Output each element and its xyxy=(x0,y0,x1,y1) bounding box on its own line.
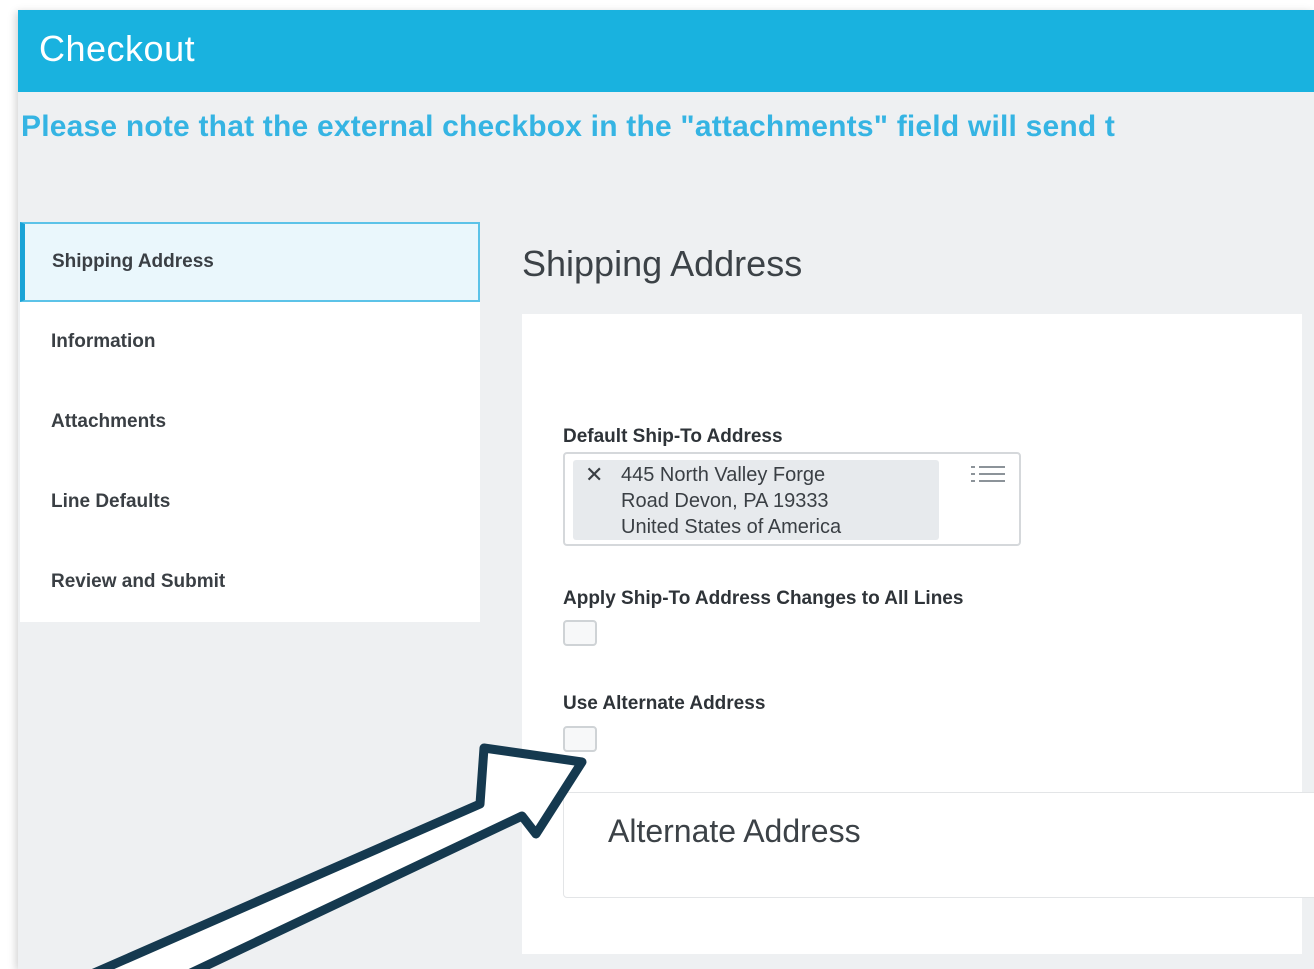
remove-x-icon[interactable]: ✕ xyxy=(585,464,603,486)
alternate-address-title: Alternate Address xyxy=(608,813,861,849)
sidebar-item-label: Attachments xyxy=(51,411,167,432)
checkout-header: Checkout xyxy=(18,10,1314,92)
checkout-steps-sidebar: Shipping Address Information Attachments… xyxy=(20,222,480,622)
sidebar-item-shipping-address[interactable]: Shipping Address xyxy=(20,222,480,302)
address-line-1: 445 North Valley Forge xyxy=(621,464,826,486)
default-ship-to-field[interactable]: ✕ 445 North Valley Forge Road Devon, PA … xyxy=(563,452,1021,546)
sidebar-item-label: Shipping Address xyxy=(52,251,214,272)
address-line-2: Road Devon, PA 19333 xyxy=(621,490,829,512)
list-icon[interactable] xyxy=(971,464,1005,488)
apply-changes-checkbox[interactable] xyxy=(563,620,597,646)
sidebar-item-information[interactable]: Information xyxy=(20,302,480,382)
selected-address-pill: ✕ 445 North Valley Forge Road Devon, PA … xyxy=(573,460,939,540)
alternate-address-section: Alternate Address xyxy=(563,792,1314,898)
apply-changes-label: Apply Ship-To Address Changes to All Lin… xyxy=(563,588,964,609)
use-alternate-label: Use Alternate Address xyxy=(563,693,766,714)
page-title: Checkout xyxy=(39,28,196,69)
sidebar-item-attachments[interactable]: Attachments xyxy=(20,382,480,462)
sidebar-item-label: Review and Submit xyxy=(51,571,226,592)
sidebar-item-line-defaults[interactable]: Line Defaults xyxy=(20,462,480,542)
section-title: Shipping Address xyxy=(522,243,803,284)
notice-banner: Please note that the external checkbox i… xyxy=(21,110,1116,143)
sidebar-item-review-and-submit[interactable]: Review and Submit xyxy=(20,542,480,622)
sidebar-item-label: Information xyxy=(51,331,156,352)
sidebar-item-label: Line Defaults xyxy=(51,491,171,512)
use-alternate-checkbox[interactable] xyxy=(563,726,597,752)
address-line-3: United States of America xyxy=(621,516,842,538)
default-ship-to-label: Default Ship-To Address xyxy=(563,426,783,447)
